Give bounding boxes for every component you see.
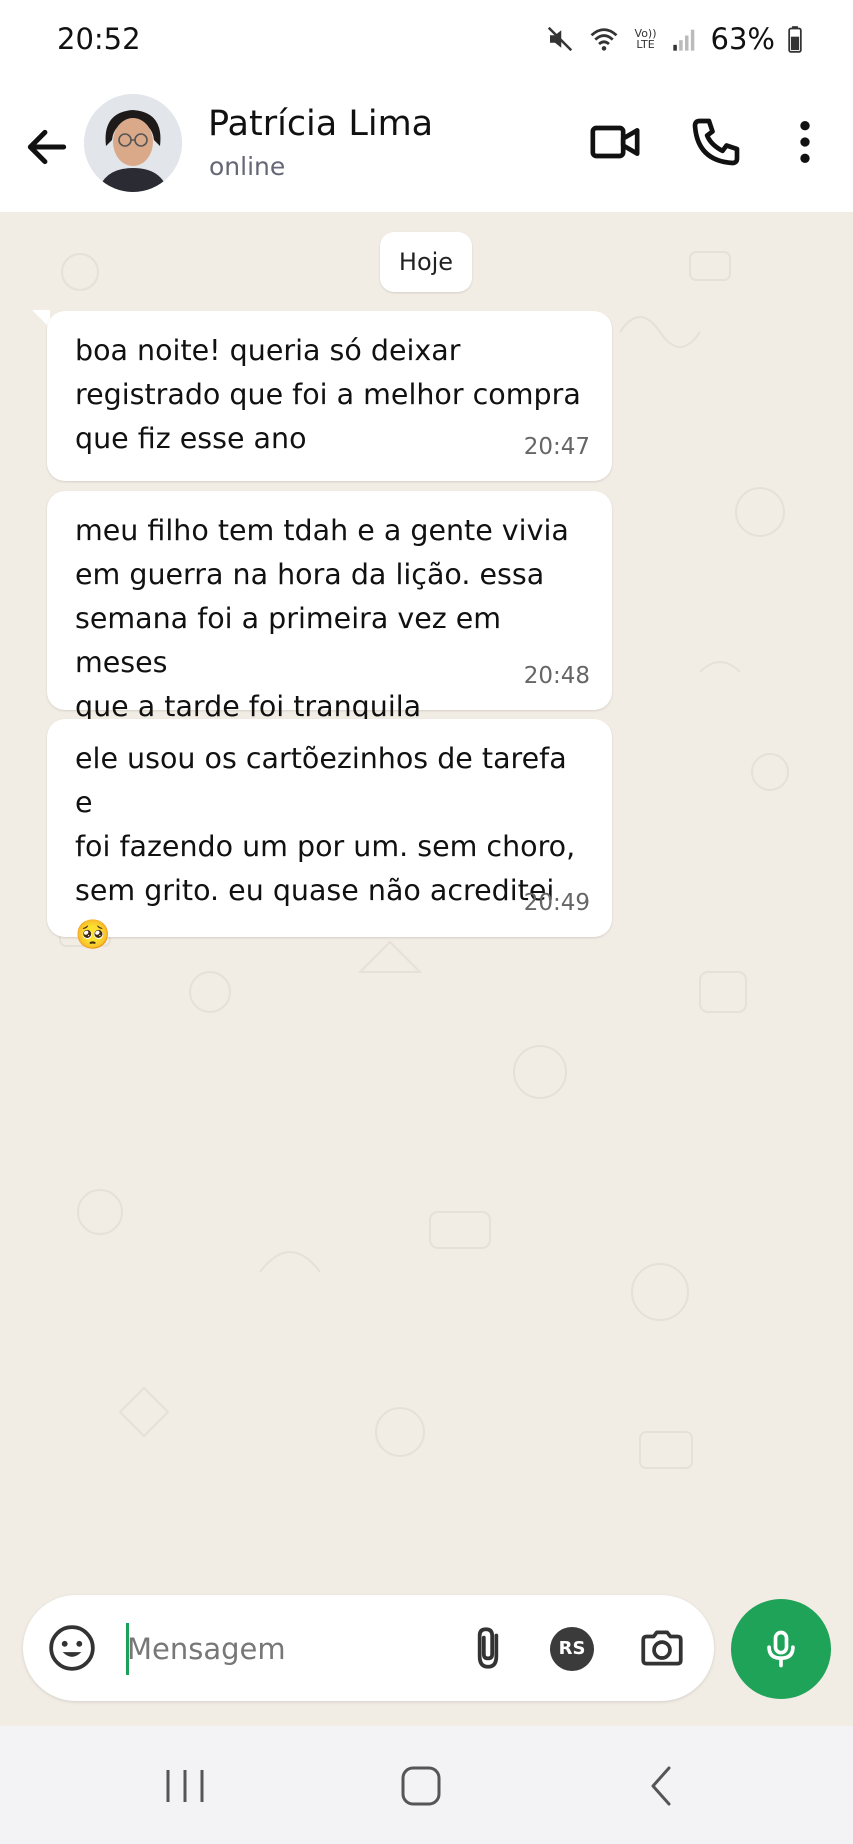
phone-icon[interactable] bbox=[688, 114, 744, 170]
back-nav-icon[interactable] bbox=[645, 1764, 677, 1808]
contact-name[interactable]: Patrícia Lima bbox=[208, 104, 433, 144]
wifi-icon bbox=[590, 28, 617, 51]
rs-badge-label: RS bbox=[558, 1638, 586, 1659]
home-icon[interactable] bbox=[399, 1764, 443, 1808]
avatar-image bbox=[84, 94, 182, 192]
message-bubble[interactable]: meu filho tem tdah e a gente vivia em gu… bbox=[47, 491, 612, 723]
chat-header: Patrícia Lima online bbox=[0, 84, 853, 213]
camera-icon[interactable] bbox=[637, 1623, 687, 1673]
message-time: 20:48 bbox=[523, 663, 590, 689]
signal-icon bbox=[672, 29, 694, 51]
message-bubble[interactable]: boa noite! queria só deixar registrado q… bbox=[47, 311, 612, 481]
message-composer: RS bbox=[23, 1595, 714, 1701]
video-call-icon[interactable] bbox=[587, 114, 643, 170]
message-time: 20:47 bbox=[523, 434, 590, 460]
system-nav-bar bbox=[0, 1726, 853, 1844]
message-input[interactable] bbox=[125, 1619, 459, 1679]
rs-payment-icon[interactable]: RS bbox=[550, 1627, 594, 1671]
battery-icon bbox=[788, 26, 802, 53]
recent-apps-icon[interactable] bbox=[160, 1766, 210, 1806]
mic-icon bbox=[767, 1630, 795, 1668]
attach-icon[interactable] bbox=[463, 1623, 513, 1673]
status-time: 20:52 bbox=[57, 22, 141, 56]
mute-icon bbox=[547, 26, 572, 52]
more-options-icon[interactable] bbox=[777, 114, 833, 170]
status-bar: 20:52 Vo)) LTE 63% bbox=[0, 0, 853, 84]
message-bubble[interactable]: ele usou os cartõezinhos de tarefa e foi… bbox=[47, 719, 612, 951]
contact-status: online bbox=[209, 152, 286, 181]
message-time: 20:49 bbox=[523, 890, 590, 916]
lte-icon: Vo)) LTE bbox=[634, 27, 657, 51]
back-arrow-icon[interactable] bbox=[22, 122, 72, 172]
avatar[interactable] bbox=[84, 94, 182, 192]
status-icons: Vo)) LTE 63% bbox=[545, 22, 803, 56]
mic-button[interactable] bbox=[731, 1599, 831, 1699]
battery-percent: 63% bbox=[710, 22, 775, 56]
emoji-icon[interactable] bbox=[47, 1623, 97, 1673]
date-chip: Hoje bbox=[380, 232, 472, 292]
